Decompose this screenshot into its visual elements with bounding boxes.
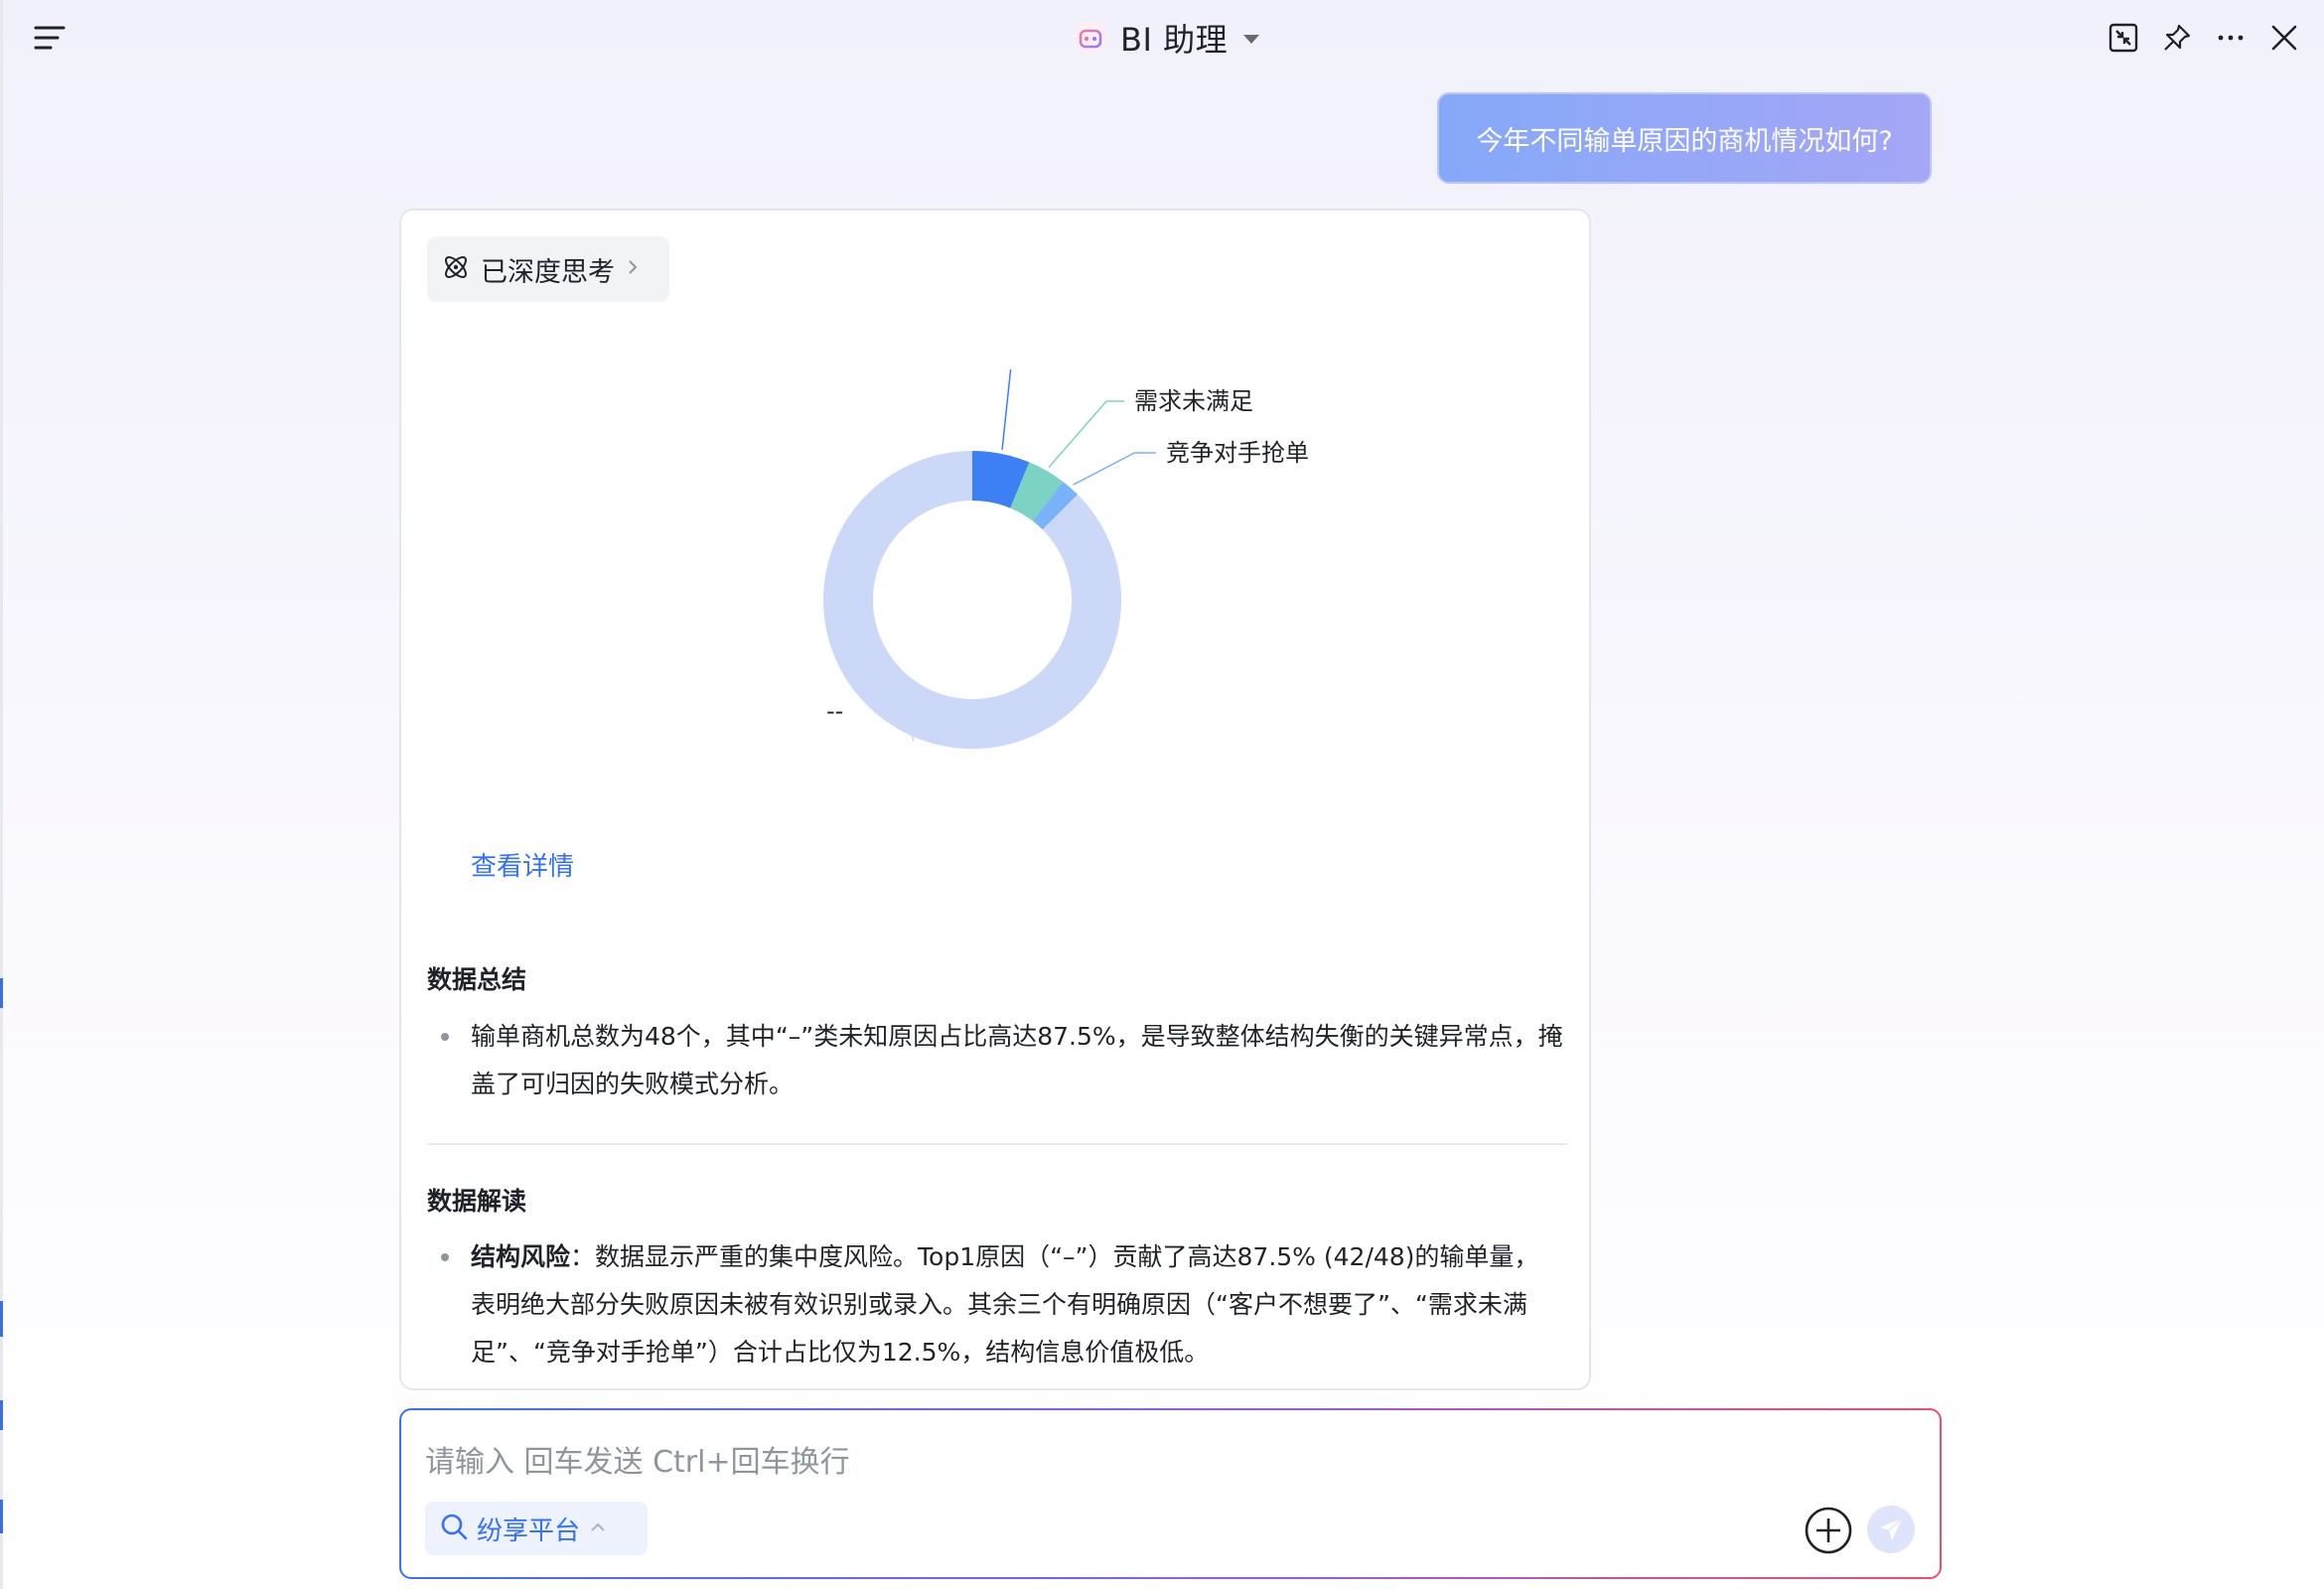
answer-card: 已深度思考 客户不想要了需求未满足竞争对手抢单-- 查看详情 数据总结 输单商机… bbox=[399, 209, 1591, 1390]
shrink-window-icon[interactable] bbox=[2106, 20, 2141, 56]
menu-icon[interactable] bbox=[34, 24, 66, 52]
risk-label: 结构风险 bbox=[471, 1242, 571, 1271]
interpretation-heading: 数据解读 bbox=[427, 1187, 527, 1216]
more-icon[interactable] bbox=[2213, 20, 2249, 56]
summary-bullet: 输单商机总数为48个，其中“–”类未知原因占比高达87.5%，是导致整体结构失衡… bbox=[441, 1013, 1563, 1108]
donut-chart: 客户不想要了需求未满足竞争对手抢单-- bbox=[823, 369, 1309, 749]
top-bar: BI 助理 bbox=[0, 0, 2324, 75]
assistant-title: BI 助理 bbox=[1120, 21, 1229, 59]
slice-label: 竞争对手抢单 bbox=[1166, 439, 1309, 467]
send-icon bbox=[1880, 1517, 1903, 1540]
left-window-edge bbox=[0, 0, 3, 1589]
user-message-bubble: 今年不同输单原因的商机情况如何? bbox=[1437, 92, 1932, 184]
chat-input-box: 纷享平台 bbox=[399, 1408, 1942, 1579]
pin-icon[interactable] bbox=[2159, 20, 2195, 56]
bot-icon bbox=[1073, 20, 1108, 56]
label-leader-line bbox=[1001, 369, 1012, 451]
platform-label: 纷享平台 bbox=[477, 1516, 581, 1546]
section-divider bbox=[427, 1143, 1567, 1145]
interpretation-bullet: 结构风险：数据显示严重的集中度风险。Top1原因（“–”）贡献了高达87.5% … bbox=[441, 1233, 1563, 1376]
close-icon[interactable] bbox=[2266, 20, 2302, 56]
risk-text: ：数据显示严重的集中度风险。Top1原因（“–”）贡献了高达87.5% (42/… bbox=[471, 1242, 1539, 1367]
atom-icon bbox=[441, 252, 471, 286]
caret-down-icon bbox=[1241, 31, 1261, 45]
search-icon bbox=[439, 1512, 469, 1545]
slice-label: 需求未满足 bbox=[1134, 387, 1253, 415]
label-leader-line bbox=[1073, 452, 1156, 486]
slice-label: -- bbox=[826, 697, 843, 725]
message-input[interactable] bbox=[425, 1440, 1816, 1484]
chevron-right-icon bbox=[625, 257, 641, 281]
assistant-switcher[interactable]: BI 助理 bbox=[1073, 14, 1261, 62]
platform-selector[interactable]: 纷享平台 bbox=[425, 1502, 648, 1555]
summary-heading: 数据总结 bbox=[427, 965, 527, 994]
view-details-link[interactable]: 查看详情 bbox=[471, 846, 574, 883]
send-button[interactable] bbox=[1867, 1506, 1915, 1553]
deep-thinking-toggle[interactable]: 已深度思考 bbox=[427, 236, 669, 302]
chevron-up-icon bbox=[588, 1519, 608, 1538]
label-leader-line bbox=[1048, 400, 1124, 469]
add-attachment-button[interactable] bbox=[1804, 1506, 1853, 1555]
deep-thinking-label: 已深度思考 bbox=[481, 256, 615, 288]
